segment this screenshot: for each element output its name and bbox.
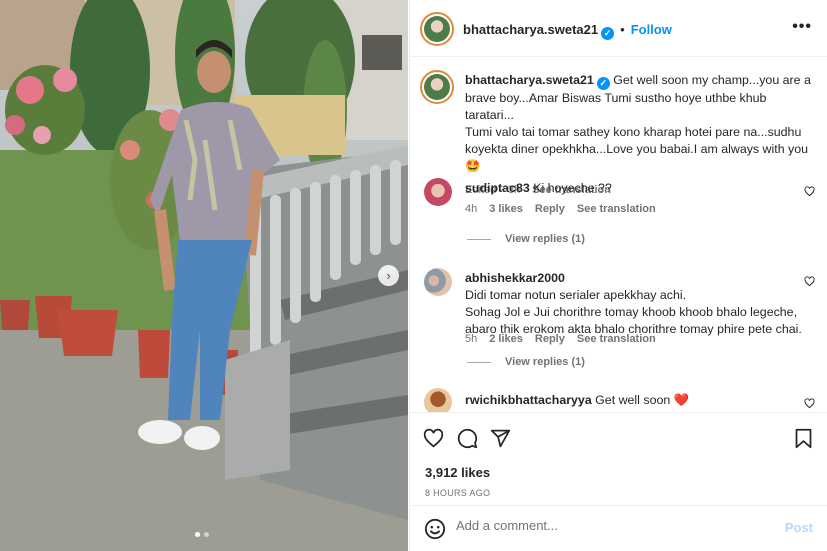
header-separator: •: [620, 22, 625, 37]
likes-count[interactable]: 3,912 likes: [425, 465, 490, 480]
next-arrow-icon[interactable]: ›: [378, 265, 399, 286]
comment-line-1: Didi tomar notun serialer apekkhay achi.: [465, 288, 687, 302]
comment-likes[interactable]: 2 likes: [489, 333, 523, 345]
comment-avatar[interactable]: [424, 268, 452, 296]
heart-icon[interactable]: [804, 276, 815, 287]
post-timestamp[interactable]: 8 HOURS AGO: [425, 488, 490, 498]
view-replies-button[interactable]: View replies (1): [467, 356, 585, 368]
replies-divider: [467, 361, 491, 363]
comment-icon[interactable]: [457, 428, 478, 449]
post-button[interactable]: Post: [785, 520, 813, 535]
comment-text: rwichikbhattacharyya Get well soon ❤️: [465, 392, 689, 409]
heart-emoji: ❤️: [673, 393, 690, 407]
caption-username[interactable]: bhattacharya.sweta21: [465, 73, 594, 87]
comment-meta: 5h 2 likes Reply See translation: [465, 333, 656, 345]
add-comment-bar: Post: [410, 505, 827, 551]
post-side-panel: bhattacharya.sweta21 ✓ • Follow ••• bhattac…: [409, 0, 827, 551]
post-header: bhattacharya.sweta21 ✓ • Follow •••: [410, 0, 827, 57]
caption-avatar[interactable]: [420, 70, 454, 104]
caption-line-1: Get well soon my champ...you are a: [613, 73, 811, 87]
photo-scene: [0, 0, 408, 551]
view-replies-label: View replies (1): [505, 233, 585, 245]
bookmark-icon[interactable]: [794, 428, 813, 449]
replies-divider: [467, 238, 491, 240]
comment-body: Ki hoyeche ??: [533, 181, 612, 195]
comment-see-translation[interactable]: See translation: [577, 203, 656, 215]
comment-text: abhishekkar2000 Didi tomar notun seriale…: [465, 270, 815, 338]
comment-username[interactable]: abhishekkar2000: [465, 271, 565, 285]
comment-text: sudiptac83 Ki hoyeche ??: [465, 180, 612, 197]
reply-button[interactable]: Reply: [535, 333, 565, 345]
comment-time[interactable]: 4h: [465, 203, 477, 215]
heart-icon[interactable]: [423, 428, 444, 449]
comment-avatar[interactable]: [424, 388, 452, 412]
emoji-icon[interactable]: [424, 518, 446, 540]
reply-button[interactable]: Reply: [535, 203, 565, 215]
view-replies-button[interactable]: View replies (1): [467, 233, 585, 245]
comment-see-translation[interactable]: See translation: [577, 333, 656, 345]
author-line: bhattacharya.sweta21 ✓ • Follow: [463, 21, 672, 40]
comment-username[interactable]: rwichikbhattacharyya: [465, 393, 592, 407]
add-comment-input[interactable]: [456, 518, 776, 533]
comment-body: Get well soon: [595, 393, 671, 407]
comment-item: sudiptac83 Ki hoyeche ?? 4h 3 likes Repl…: [410, 176, 827, 226]
comment-item: rwichikbhattacharyya Get well soon ❤️: [410, 388, 827, 412]
caption-line-3: Tumi valo tai tomar sathey kono kharap h…: [465, 125, 802, 139]
share-icon[interactable]: [490, 428, 511, 449]
caption-text: bhattacharya.sweta21 ✓ Get well soon my c…: [465, 72, 815, 175]
comment-meta: 4h 3 likes Reply See translation: [465, 203, 656, 215]
follow-button[interactable]: Follow: [631, 22, 672, 37]
verified-icon: ✓: [601, 27, 615, 40]
comment-time[interactable]: 5h: [465, 333, 477, 345]
author-username[interactable]: bhattacharya.sweta21: [463, 22, 598, 37]
more-icon[interactable]: •••: [792, 18, 812, 36]
comment-username[interactable]: sudiptac83: [465, 181, 530, 195]
verified-icon: ✓: [596, 77, 610, 90]
author-avatar[interactable]: [420, 12, 454, 46]
view-replies-label: View replies (1): [505, 356, 585, 368]
heart-icon[interactable]: [804, 186, 815, 197]
caption-line-2: brave boy...Amar Biswas Tumi sustho hoye…: [465, 91, 767, 122]
carousel-dot: [204, 532, 209, 537]
post-photo[interactable]: ›: [0, 0, 408, 551]
comment-avatar[interactable]: [424, 178, 452, 206]
heart-icon[interactable]: [804, 398, 815, 409]
comment-likes[interactable]: 3 likes: [489, 203, 523, 215]
comment-item: abhishekkar2000 Didi tomar notun seriale…: [410, 268, 827, 345]
caption-line-4: koyekta diner opekhkha...Love you babai.…: [465, 142, 809, 173]
comment-line-2: Sohag Jol e Jui chorithre tomay khoob kh…: [465, 305, 798, 319]
carousel-dot-active: [195, 532, 200, 537]
carousel-dots: [195, 532, 209, 537]
